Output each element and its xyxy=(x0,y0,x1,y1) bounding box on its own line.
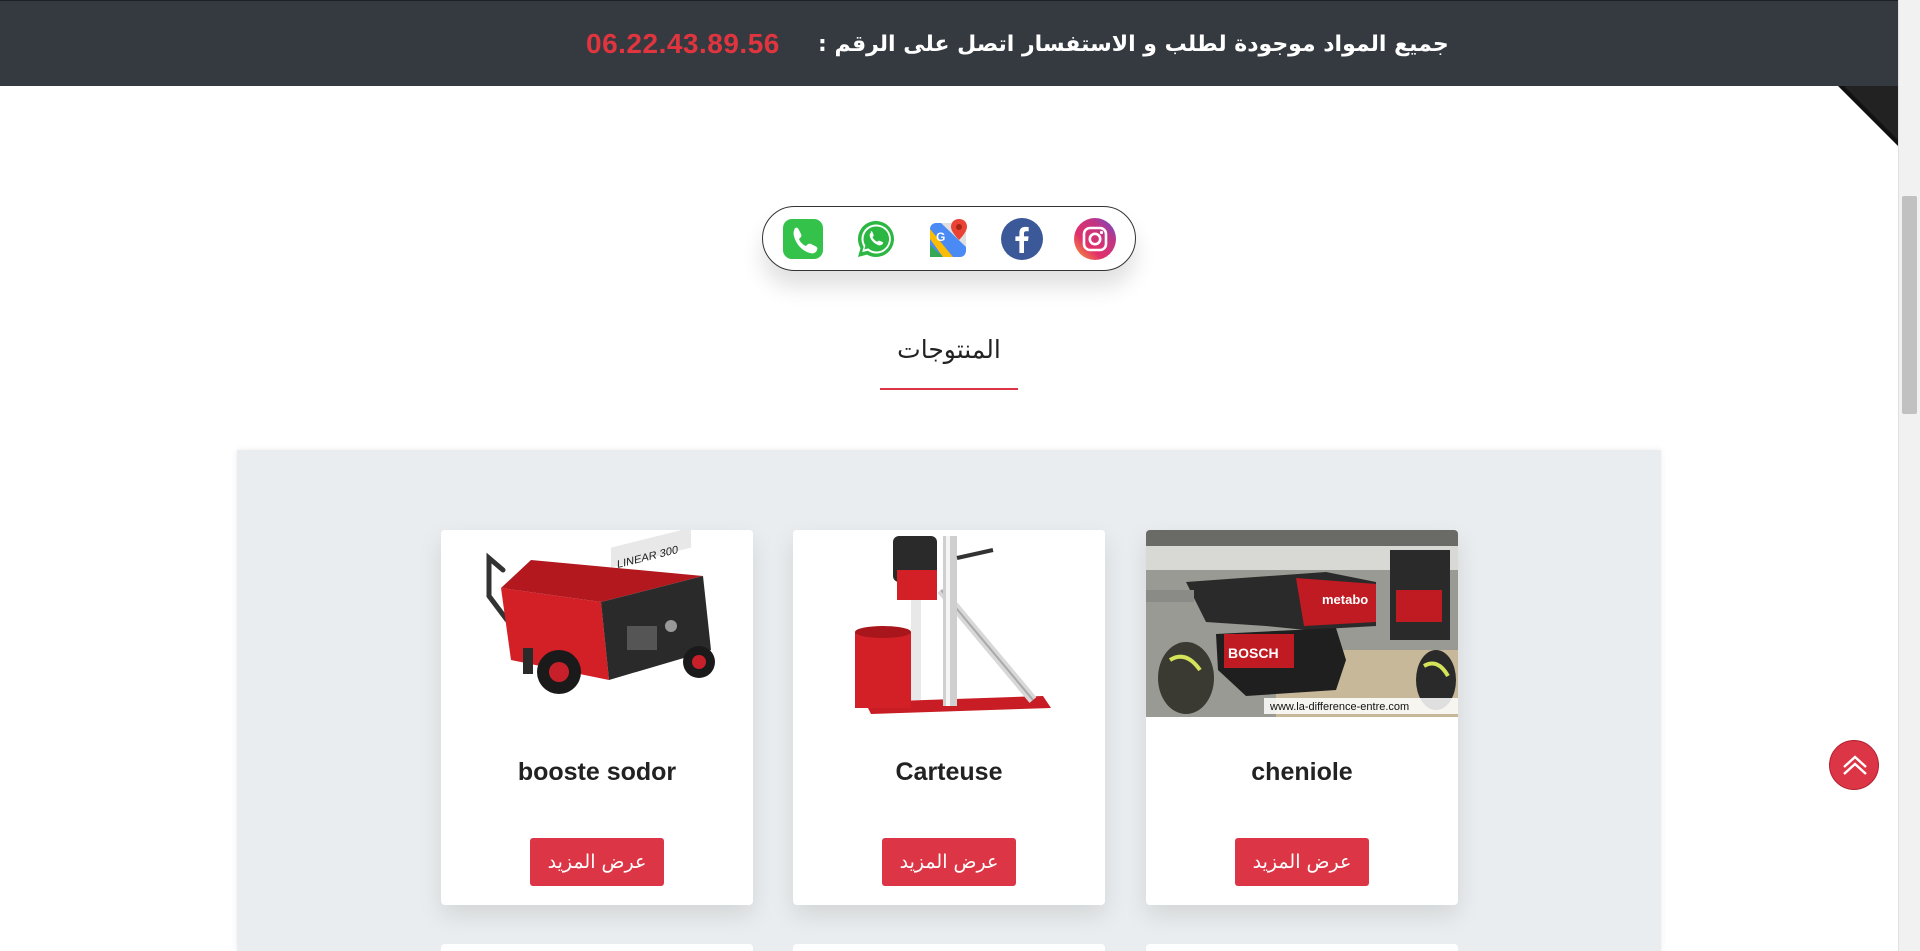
contact-phone-number[interactable]: 06.22.43.89.56 xyxy=(586,28,780,60)
scrollbar-thumb[interactable] xyxy=(1902,196,1917,414)
back-to-top-button[interactable] xyxy=(1829,740,1879,790)
product-card-next-row xyxy=(793,944,1105,951)
facebook-icon[interactable] xyxy=(1000,217,1044,261)
svg-text:G: G xyxy=(936,230,945,244)
product-image-core-drill[interactable] xyxy=(793,530,1105,717)
corner-ribbon-decoration xyxy=(1838,86,1898,146)
product-image-welder[interactable]: LINEAR 300 xyxy=(441,530,753,717)
section-title-underline xyxy=(880,388,1018,390)
double-chevron-up-icon xyxy=(1843,755,1867,775)
product-title: booste sodor xyxy=(517,758,677,786)
section-title: المنتوجات xyxy=(897,335,1001,364)
whatsapp-icon[interactable] xyxy=(854,217,898,261)
product-card[interactable]: Carteuse عرض المزيد xyxy=(793,530,1105,905)
social-links-bar: G xyxy=(762,206,1136,271)
svg-text:www.la-difference-entre.com: www.la-difference-entre.com xyxy=(1269,701,1409,713)
announcement-text: جميع المواد موجودة لطلب و الاستفسار اتصل… xyxy=(818,32,1449,57)
view-more-button[interactable]: عرض المزيد xyxy=(530,838,664,886)
product-title: Carteuse xyxy=(895,758,1003,786)
phone-icon[interactable] xyxy=(781,217,825,261)
svg-text:BOSCH: BOSCH xyxy=(1228,645,1279,661)
top-announcement-bar: 06.22.43.89.56 جميع المواد موجودة لطلب و… xyxy=(0,0,1898,86)
view-more-button[interactable]: عرض المزيد xyxy=(882,838,1016,886)
google-maps-icon[interactable]: G xyxy=(927,217,971,261)
instagram-icon[interactable] xyxy=(1073,217,1117,261)
product-card[interactable]: metabo BOSCH www.la-difference-entre.com… xyxy=(1146,530,1458,905)
product-card-next-row xyxy=(441,944,753,951)
product-card[interactable]: LINEAR 300 booste sodor عرض المزيد xyxy=(441,530,753,905)
svg-text:metabo: metabo xyxy=(1322,592,1368,607)
product-title: cheniole xyxy=(1251,758,1353,786)
product-image-drills[interactable]: metabo BOSCH www.la-difference-entre.com xyxy=(1146,530,1458,717)
view-more-button[interactable]: عرض المزيد xyxy=(1235,838,1369,886)
page-scrollbar[interactable] xyxy=(1898,0,1920,951)
product-card-next-row xyxy=(1146,944,1458,951)
